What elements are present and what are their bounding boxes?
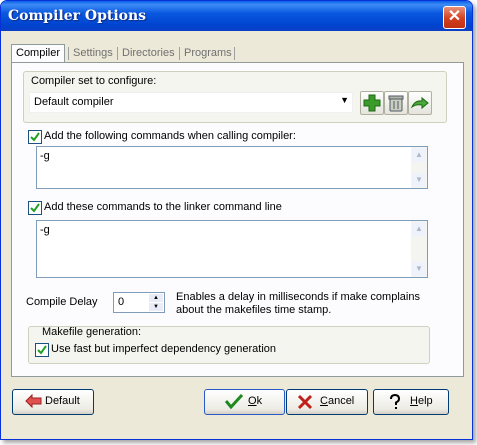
compiler-commands-field[interactable]: -g ▲ ▼ xyxy=(36,146,428,189)
close-icon: ✕ xyxy=(447,8,462,25)
fast-dependency-checkbox[interactable] xyxy=(35,343,49,357)
help-button[interactable]: Help xyxy=(373,389,449,415)
scroll-down-icon[interactable]: ▼ xyxy=(412,173,426,187)
close-button[interactable]: ✕ xyxy=(443,6,466,29)
compile-delay-description-line1: Enables a delay in milliseconds if make … xyxy=(176,291,420,303)
compiler-set-select[interactable]: Default compiler ▼ xyxy=(29,92,353,113)
rename-icon xyxy=(410,96,429,110)
linker-commands-field[interactable]: -g ▲ ▼ xyxy=(36,220,428,278)
tab-separator xyxy=(68,47,69,60)
cancel-button-label: Cancel xyxy=(320,395,355,407)
tab-compiler[interactable]: Compiler xyxy=(11,44,66,64)
spinner-buttons: ▲ ▼ xyxy=(149,294,163,311)
default-button-label: Default xyxy=(45,395,80,407)
rename-compiler-set-button[interactable] xyxy=(408,91,432,115)
spin-up-icon[interactable]: ▲ xyxy=(149,294,163,302)
compiler-commands-checkbox[interactable] xyxy=(28,130,42,144)
delete-compiler-set-button[interactable] xyxy=(384,91,408,115)
checkmark-icon xyxy=(30,132,40,142)
default-button[interactable]: Default xyxy=(12,389,94,415)
linker-commands-text: -g xyxy=(40,224,50,236)
delete-icon xyxy=(388,95,404,112)
compile-delay-label: Compile Delay xyxy=(26,296,98,308)
scroll-up-icon[interactable]: ▲ xyxy=(412,148,426,162)
linker-commands-scrollbar[interactable]: ▲ ▼ xyxy=(411,221,427,277)
tab-directories[interactable]: Directories xyxy=(122,45,175,62)
cancel-button[interactable]: Cancel xyxy=(286,389,368,415)
ok-button[interactable]: Ok xyxy=(204,389,285,415)
compile-delay-value: 0 xyxy=(118,296,125,308)
scroll-up-icon[interactable]: ▲ xyxy=(412,222,426,236)
tab-separator xyxy=(179,47,180,60)
help-button-label: Help xyxy=(410,395,433,407)
check-icon xyxy=(225,393,243,409)
compile-delay-spinner[interactable]: 0 ▲ ▼ xyxy=(113,292,165,313)
compile-delay-description-line2: about the makefiles time stamp. xyxy=(176,304,332,316)
spin-down-icon[interactable]: ▼ xyxy=(149,303,163,311)
compiler-options-dialog: Compiler Options ✕ Compiler Settings Dir… xyxy=(0,0,473,440)
compiler-commands-label: Add the following commands when calling … xyxy=(44,130,296,142)
checkmark-icon xyxy=(37,345,47,355)
makefile-group-label: Makefile generation: xyxy=(42,326,142,338)
compiler-commands-text: -g xyxy=(40,150,50,162)
ok-button-label: Ok xyxy=(248,395,263,407)
fast-dependency-label: Use fast but imperfect dependency genera… xyxy=(51,343,277,355)
linker-commands-checkbox[interactable] xyxy=(28,201,42,215)
compiler-set-value: Default compiler xyxy=(34,96,114,108)
scroll-down-icon[interactable]: ▼ xyxy=(412,262,426,276)
linker-commands-label: Add these commands to the linker command… xyxy=(44,201,282,213)
window-title: Compiler Options xyxy=(8,8,147,24)
add-compiler-set-button[interactable] xyxy=(360,91,384,115)
help-icon xyxy=(390,394,401,409)
checkmark-icon xyxy=(30,203,40,213)
tab-separator xyxy=(117,47,118,60)
compiler-commands-scrollbar[interactable]: ▲ ▼ xyxy=(411,147,427,188)
cancel-x-icon xyxy=(297,394,313,410)
compiler-set-label: Compiler set to configure: xyxy=(31,75,157,87)
tab-separator xyxy=(234,47,235,60)
tab-settings[interactable]: Settings xyxy=(73,45,113,62)
title-bar[interactable]: Compiler Options ✕ xyxy=(1,1,472,31)
tab-programs[interactable]: Programs xyxy=(184,45,232,62)
chevron-down-icon[interactable]: ▼ xyxy=(340,95,349,105)
add-icon xyxy=(363,94,381,112)
arrow-left-icon xyxy=(25,394,42,408)
